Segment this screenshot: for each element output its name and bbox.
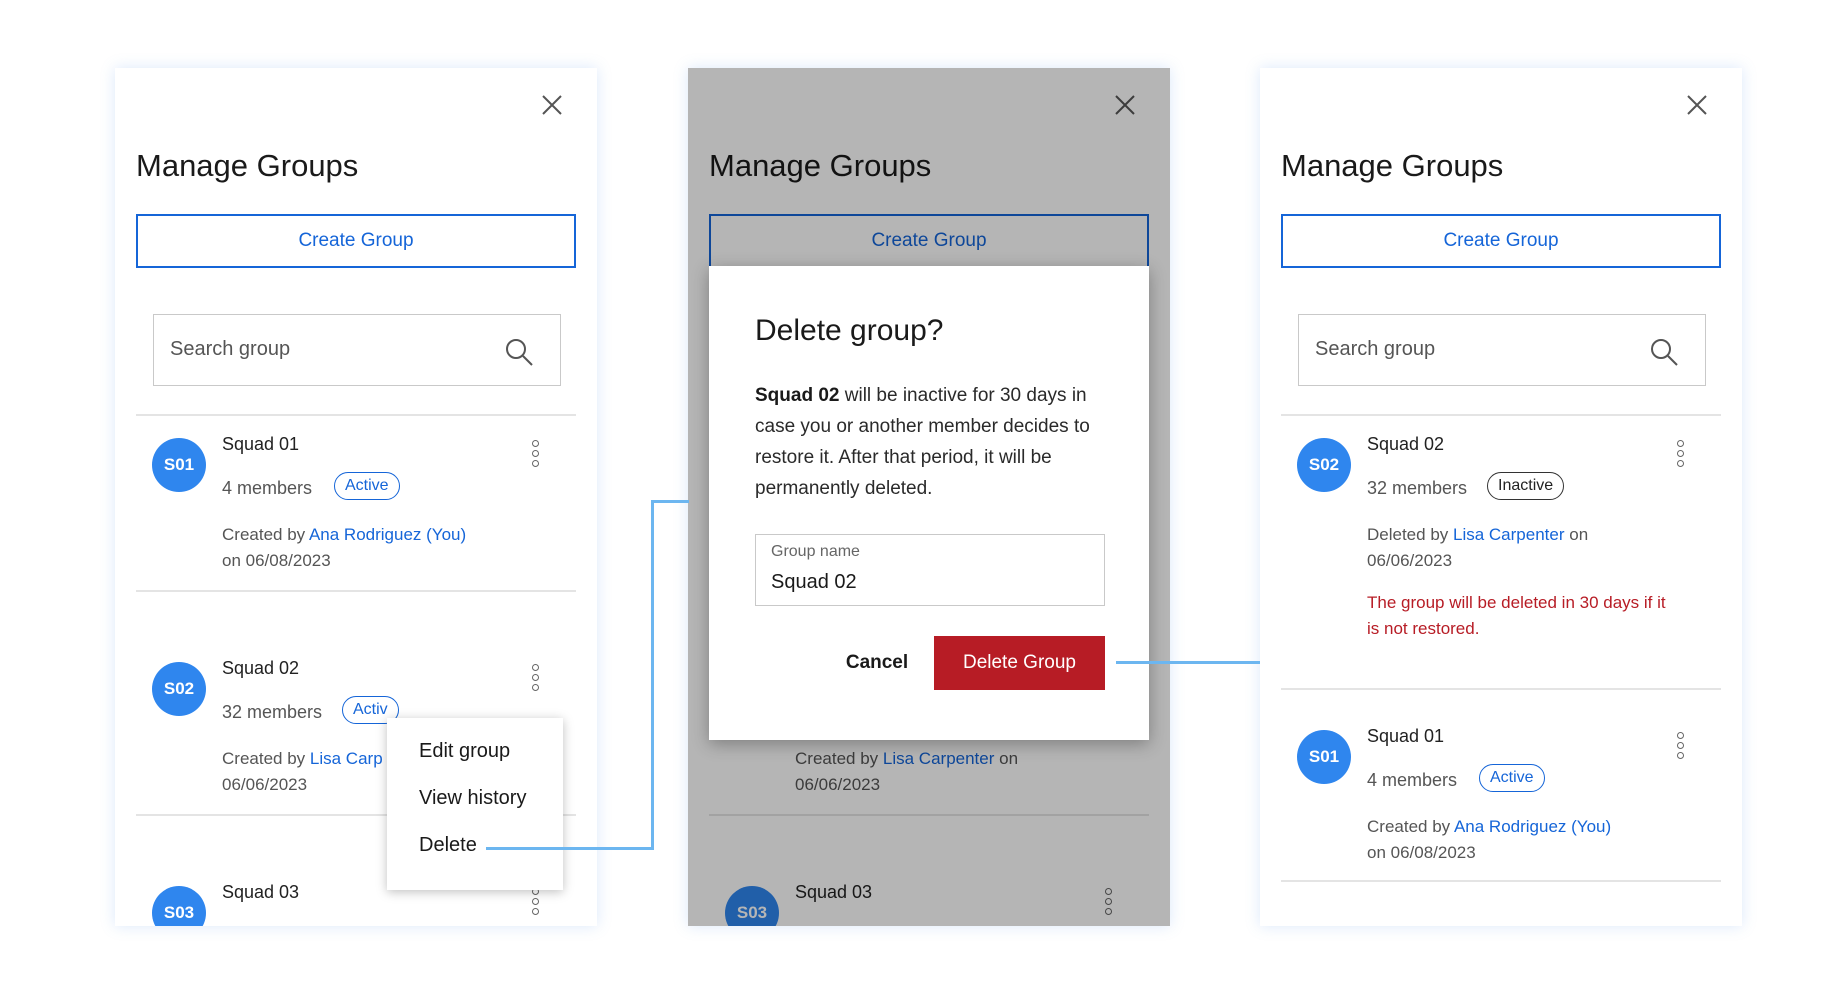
status-badge: Active: [334, 472, 400, 500]
status-badge: Inactive: [1487, 472, 1565, 500]
delete-group-dialog: Delete group? Squad 02 will be inactive …: [709, 266, 1149, 740]
close-icon[interactable]: [1686, 94, 1708, 116]
member-count: 4 members: [222, 478, 313, 498]
user-link[interactable]: Ana Rodriguez (You): [309, 525, 466, 544]
flow-connector-line: [651, 500, 654, 850]
flow-connector-line: [651, 500, 689, 503]
manage-groups-panel-middle: Manage Groups Create Group Created by Li…: [688, 68, 1170, 926]
create-group-button[interactable]: Create Group: [1281, 214, 1721, 268]
cancel-button[interactable]: Cancel: [817, 636, 937, 690]
more-vertical-icon[interactable]: [1675, 440, 1685, 472]
more-vertical-icon[interactable]: [530, 664, 540, 696]
group-name: Squad 01: [1367, 726, 1445, 746]
group-name: Squad 01: [222, 434, 300, 454]
more-vertical-icon[interactable]: [530, 440, 540, 472]
field-label: Group name: [771, 543, 860, 560]
more-vertical-icon[interactable]: [530, 888, 540, 920]
search-icon[interactable]: [504, 337, 534, 367]
flow-connector-line: [1116, 661, 1260, 664]
search-placeholder: Search group: [170, 338, 291, 360]
menu-item-delete[interactable]: Delete: [419, 834, 477, 857]
search-icon[interactable]: [1649, 337, 1679, 367]
manage-groups-panel-left: Manage Groups Create Group Search group …: [115, 68, 597, 926]
avatar: S03: [152, 886, 206, 926]
user-link[interactable]: Ana Rodriguez (You): [1454, 817, 1611, 836]
search-input[interactable]: Search group: [153, 314, 561, 386]
close-icon[interactable]: [541, 94, 563, 116]
page-title: Manage Groups: [136, 148, 359, 183]
user-link[interactable]: Lisa Carpenter: [1453, 525, 1565, 544]
manage-groups-panel-right: Manage Groups Create Group Search group …: [1260, 68, 1742, 926]
member-count: 4 members: [1367, 770, 1458, 790]
deletion-warning: The group will be deleted in 30 days if …: [1367, 593, 1666, 638]
divider: [136, 414, 576, 416]
group-meta: Created by Ana Rodriguez (You) on 06/08/…: [1367, 817, 1612, 862]
group-name: Squad 02: [222, 658, 300, 678]
group-meta: Deleted by Lisa Carpenter on 06/06/2023: [1367, 525, 1589, 570]
avatar: S01: [1297, 730, 1351, 784]
search-input[interactable]: Search group: [1298, 314, 1706, 386]
search-placeholder: Search group: [1315, 338, 1436, 360]
divider: [1281, 688, 1721, 690]
dialog-message: Squad 02 will be inactive for 30 days in…: [755, 385, 1090, 499]
dialog-title: Delete group?: [755, 314, 944, 347]
context-menu: Edit group View history Delete: [387, 718, 563, 890]
menu-item-view-history[interactable]: View history: [419, 787, 526, 810]
delete-group-button[interactable]: Delete Group: [934, 636, 1105, 690]
page-title: Manage Groups: [1281, 148, 1504, 183]
member-count: 32 members: [1367, 478, 1468, 498]
create-group-button[interactable]: Create Group: [136, 214, 576, 268]
avatar: S02: [1297, 438, 1351, 492]
menu-item-edit-group[interactable]: Edit group: [419, 740, 510, 763]
group-meta: Created by Ana Rodriguez (You) on 06/08/…: [222, 525, 467, 570]
divider: [1281, 414, 1721, 416]
avatar: S01: [152, 438, 206, 492]
avatar: S02: [152, 662, 206, 716]
member-count: 32 members: [222, 702, 323, 722]
user-link[interactable]: Lisa Carp: [310, 749, 383, 768]
group-name: Squad 02: [1367, 434, 1445, 454]
more-vertical-icon[interactable]: [1675, 732, 1685, 764]
group-name-field[interactable]: Group name Squad 02: [755, 534, 1105, 606]
field-value: Squad 02: [771, 571, 857, 593]
status-badge: Active: [1479, 764, 1545, 792]
group-name: Squad 03: [222, 882, 300, 902]
divider: [1281, 880, 1721, 882]
divider: [136, 590, 576, 592]
flow-connector-line: [486, 847, 653, 850]
